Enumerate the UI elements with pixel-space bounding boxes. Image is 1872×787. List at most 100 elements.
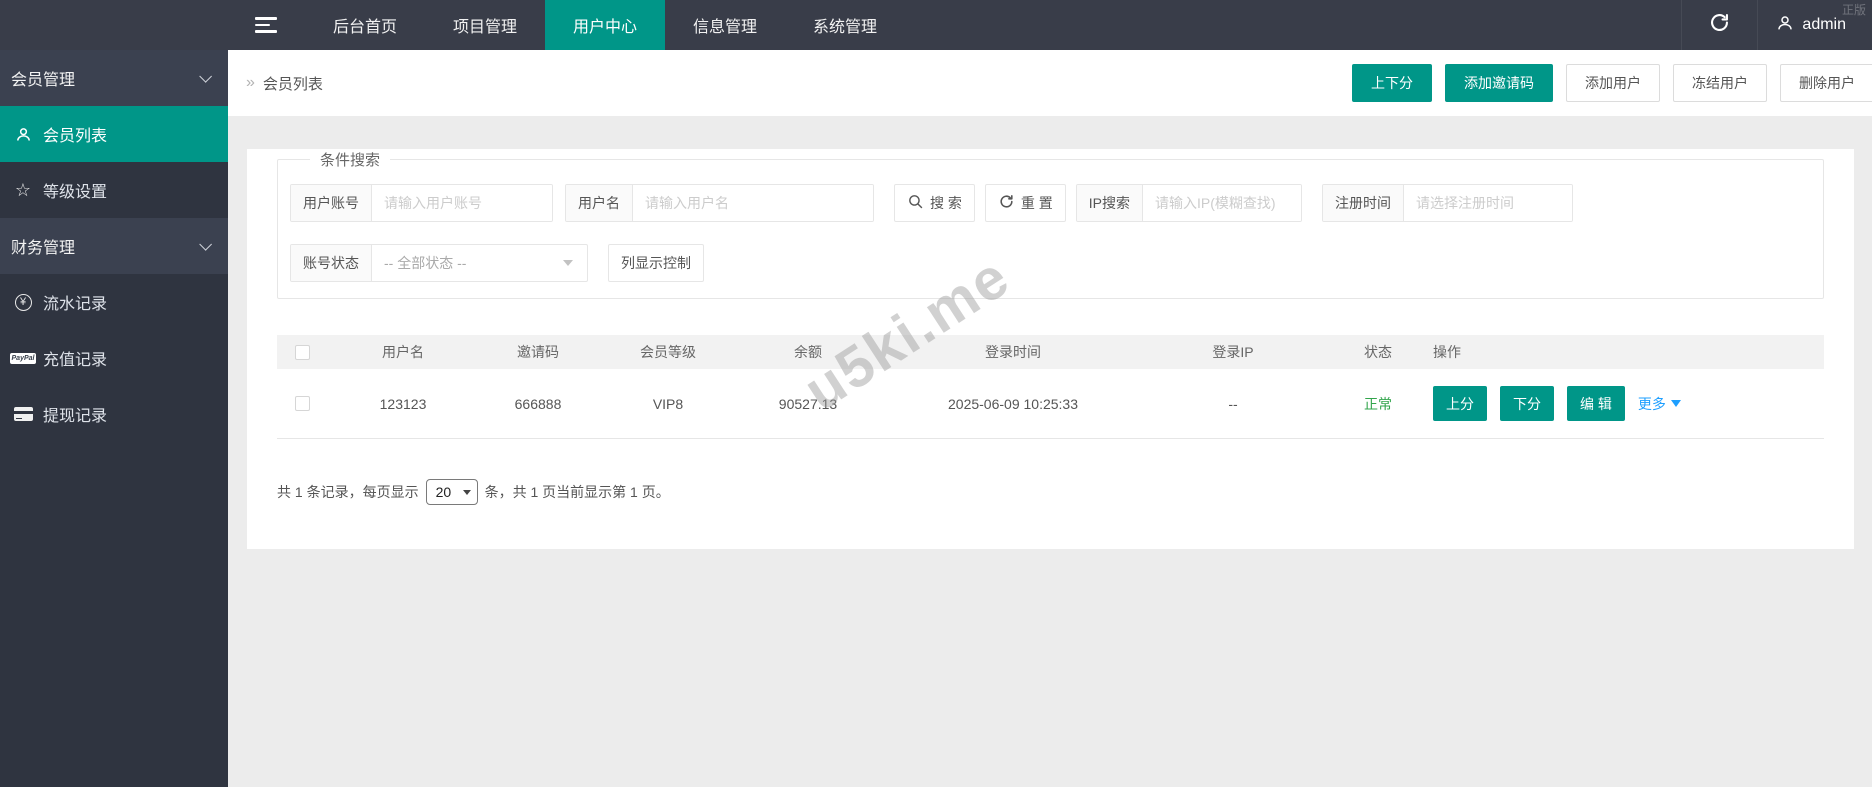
cell-status: 正常: [1323, 394, 1433, 414]
sidebar-item-member-list[interactable]: 会员列表: [0, 106, 228, 162]
regtime-label: 注册时间: [1323, 185, 1404, 221]
row-checkbox[interactable]: [295, 396, 310, 411]
sidebar-group-member-management[interactable]: 会员管理: [0, 50, 228, 106]
edit-button[interactable]: 编 辑: [1567, 386, 1625, 421]
col-header-login-ip: 登录IP: [1143, 342, 1323, 362]
search-legend: 条件搜索: [310, 149, 390, 170]
add-invite-code-button[interactable]: 添加邀请码: [1445, 64, 1553, 102]
sidebar-item-label: 充值记录: [43, 346, 107, 370]
col-header-login-time: 登录时间: [883, 342, 1143, 362]
cell-level: VIP8: [603, 396, 733, 412]
ip-label: IP搜索: [1077, 185, 1143, 221]
col-header-level: 会员等级: [603, 342, 733, 362]
account-input[interactable]: [372, 185, 552, 221]
status-select-group: 账号状态 -- 全部状态 --: [290, 244, 588, 282]
content-panel: 条件搜索 用户账号 用户名: [247, 149, 1854, 549]
search-icon: [907, 193, 924, 213]
main-content: » 会员列表 上下分 添加邀请码 添加用户 冻结用户 删除用户 条件搜索 用户: [228, 50, 1872, 787]
user-menu[interactable]: admin: [1757, 0, 1872, 50]
nav-tabs: 后台首页 项目管理 用户中心 信息管理 系统管理: [305, 0, 905, 50]
col-header-status: 状态: [1323, 342, 1433, 362]
breadcrumb-arrows-icon: »: [246, 74, 255, 92]
menu-toggle-icon[interactable]: [255, 17, 277, 33]
regtime-input[interactable]: [1404, 185, 1572, 221]
user-icon: [1776, 14, 1794, 37]
username-input-group: 用户名: [565, 184, 874, 222]
search-fieldset: 条件搜索 用户账号 用户名: [277, 149, 1824, 299]
pagination-prefix: 共 1 条记录，每页显示: [277, 482, 419, 502]
sidebar-item-recharge-records[interactable]: PayPal 充值记录: [0, 330, 228, 386]
select-caret-icon: [463, 490, 471, 495]
more-dropdown[interactable]: 更多: [1638, 394, 1681, 414]
header-actions: 上下分 添加邀请码 添加用户 冻结用户 删除用户: [1352, 64, 1872, 102]
search-button[interactable]: 搜 索: [894, 184, 975, 222]
nav-tab-system[interactable]: 系统管理: [785, 0, 905, 50]
account-label: 用户账号: [291, 185, 372, 221]
star-icon: ☆: [13, 181, 33, 199]
pagination: 共 1 条记录，每页显示 20 条，共 1 页当前显示第 1 页。: [277, 479, 1824, 505]
sidebar-item-level-settings[interactable]: ☆ 等级设置: [0, 162, 228, 218]
cell-invite-code: 666888: [473, 396, 603, 412]
column-control-button[interactable]: 列显示控制: [608, 244, 704, 282]
search-row-1: 用户账号 用户名: [290, 184, 1813, 222]
member-table: 用户名 邀请码 会员等级 余额 登录时间 登录IP 状态 操作 123123 6…: [277, 335, 1824, 439]
regtime-input-group: 注册时间: [1322, 184, 1573, 222]
cell-username: 123123: [333, 396, 473, 412]
group-label: 会员管理: [11, 66, 75, 90]
refresh-icon: [1709, 12, 1730, 38]
account-input-group: 用户账号: [290, 184, 553, 222]
page-title: 会员列表: [263, 73, 323, 94]
select-caret-icon: [563, 260, 573, 266]
caret-down-icon: [1671, 400, 1681, 407]
col-header-actions: 操作: [1433, 342, 1824, 362]
pagination-suffix: 条，共 1 页当前显示第 1 页。: [485, 482, 670, 502]
nav-right: admin: [1681, 0, 1872, 50]
freeze-user-button[interactable]: 冻结用户: [1673, 64, 1767, 102]
table-header-row: 用户名 邀请码 会员等级 余额 登录时间 登录IP 状态 操作: [277, 335, 1824, 369]
sidebar: 会员管理 会员列表 ☆ 等级设置 财务管理: [0, 50, 228, 787]
nav-tab-home[interactable]: 后台首页: [305, 0, 425, 50]
col-header-balance: 余额: [733, 342, 883, 362]
username-label: admin: [1802, 16, 1846, 34]
status-select[interactable]: -- 全部状态 --: [372, 245, 587, 281]
sidebar-item-flow-records[interactable]: ¥ 流水记录: [0, 274, 228, 330]
paypal-icon: PayPal: [13, 353, 33, 364]
sidebar-item-label: 会员列表: [43, 122, 107, 146]
add-score-button[interactable]: 上分: [1433, 386, 1487, 421]
per-page-select[interactable]: 20: [426, 479, 478, 505]
user-icon: [13, 126, 33, 143]
cell-login-time: 2025-06-09 10:25:33: [883, 396, 1143, 412]
search-row-2: 账号状态 -- 全部状态 -- 列显示控制: [290, 244, 1813, 282]
nav-tab-user-center[interactable]: 用户中心: [545, 0, 665, 50]
ip-input[interactable]: [1143, 185, 1301, 221]
ip-input-group: IP搜索: [1076, 184, 1302, 222]
add-user-button[interactable]: 添加用户: [1566, 64, 1660, 102]
username-input[interactable]: [633, 185, 873, 221]
group-label: 财务管理: [11, 234, 75, 258]
cell-balance: 90527.13: [733, 396, 883, 412]
nav-tab-projects[interactable]: 项目管理: [425, 0, 545, 50]
sidebar-item-label: 流水记录: [43, 290, 107, 314]
sub-score-button[interactable]: 下分: [1500, 386, 1554, 421]
select-all-checkbox[interactable]: [295, 345, 310, 360]
table-row: 123123 666888 VIP8 90527.13 2025-06-09 1…: [277, 369, 1824, 439]
bank-card-icon: [13, 407, 33, 421]
delete-user-button[interactable]: 删除用户: [1780, 64, 1872, 102]
status-label: 账号状态: [291, 245, 372, 281]
reset-button[interactable]: 重 置: [985, 184, 1066, 222]
col-header-username: 用户名: [333, 342, 473, 362]
sidebar-item-label: 等级设置: [43, 178, 107, 202]
row-actions: 上分 下分 编 辑 更多: [1433, 386, 1681, 421]
sidebar-item-withdraw-records[interactable]: 提现记录: [0, 386, 228, 442]
app-root: 后台首页 项目管理 用户中心 信息管理 系统管理: [0, 0, 1872, 787]
yen-circle-icon: ¥: [13, 294, 33, 311]
page-header: » 会员列表 上下分 添加邀请码 添加用户 冻结用户 删除用户: [228, 50, 1872, 116]
username-label: 用户名: [566, 185, 633, 221]
sidebar-group-finance-management[interactable]: 财务管理: [0, 218, 228, 274]
col-header-invite-code: 邀请码: [473, 342, 603, 362]
reset-icon: [998, 193, 1015, 213]
refresh-button[interactable]: [1681, 0, 1757, 50]
score-updown-button[interactable]: 上下分: [1352, 64, 1432, 102]
nav-tab-messages[interactable]: 信息管理: [665, 0, 785, 50]
sidebar-item-label: 提现记录: [43, 402, 107, 426]
